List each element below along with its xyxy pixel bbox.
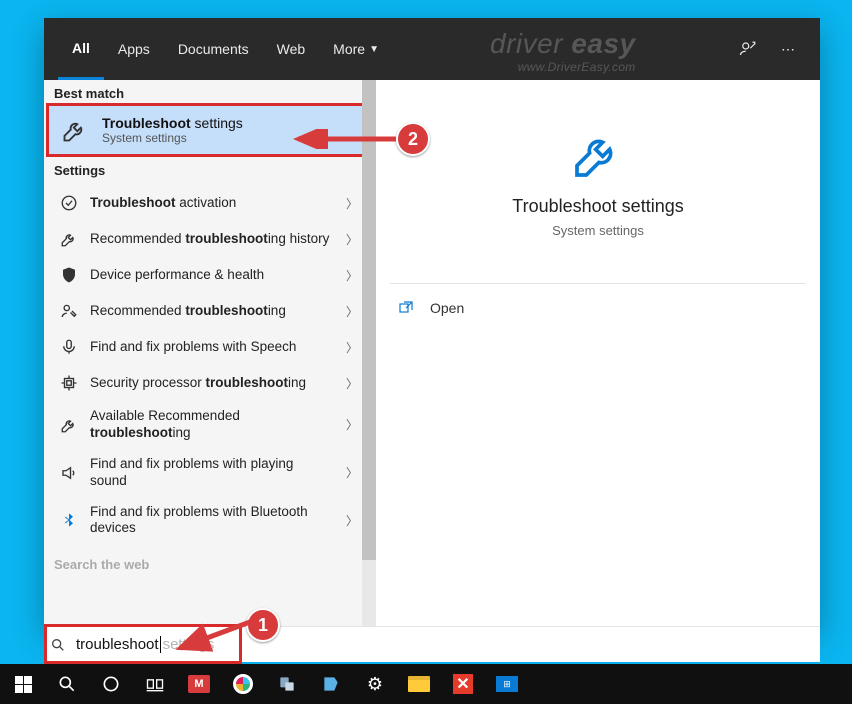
settings-row[interactable]: Find and fix problems with Bluetooth dev… (48, 498, 372, 544)
best-match-subtitle: System settings (102, 131, 362, 145)
settings-row-label: Recommended troubleshooting history (90, 231, 336, 248)
chevron-down-icon: ▼ (369, 44, 379, 55)
feedback-icon[interactable] (730, 31, 766, 67)
shield-icon (58, 264, 80, 286)
check-circle-icon (58, 192, 80, 214)
settings-row-label: Troubleshoot activation (90, 195, 336, 212)
chevron-right-icon: 〉 (346, 416, 362, 433)
settings-row-label: Find and fix problems with playing sound (90, 456, 336, 490)
preview-open[interactable]: Open (376, 284, 820, 332)
results-list: Best match Troubleshoot settings System … (44, 80, 376, 628)
best-match-title: Troubleshoot settings (102, 115, 362, 131)
cortana-icon[interactable] (90, 664, 132, 704)
best-match-item[interactable]: Troubleshoot settings System settings (48, 105, 372, 155)
settings-row[interactable]: Recommended troubleshooting history 〉 (48, 222, 372, 256)
taskbar-app-icon-1[interactable] (266, 664, 308, 704)
chevron-right-icon: 〉 (346, 464, 362, 481)
settings-row-label: Available Recommended troubleshooting (90, 408, 336, 442)
search-header: All Apps Documents Web More ▼ ⋯ (44, 18, 820, 80)
settings-row[interactable]: Find and fix problems with Speech 〉 (48, 330, 372, 364)
tab-more[interactable]: More ▼ (319, 18, 393, 80)
search-panel: All Apps Documents Web More ▼ ⋯ Best mat… (44, 18, 820, 628)
scroll-thumb[interactable] (362, 80, 376, 560)
settings-row[interactable]: Find and fix problems with playing sound… (48, 450, 372, 496)
tab-all[interactable]: All (58, 18, 104, 80)
task-view-icon[interactable] (134, 664, 176, 704)
preview-title: Troubleshoot settings (512, 196, 683, 217)
chevron-right-icon: 〉 (346, 231, 362, 248)
annotation-badge-2: 2 (396, 122, 430, 156)
mic-icon (58, 336, 80, 358)
search-autocomplete-hint: settings (163, 636, 215, 653)
wrench-icon (570, 126, 626, 182)
settings-row-label: Recommended troubleshooting (90, 303, 336, 320)
person-wrench-icon (58, 300, 80, 322)
settings-row-label: Security processor troubleshooting (90, 375, 336, 392)
settings-row[interactable]: Security processor troubleshooting 〉 (48, 366, 372, 400)
open-icon (398, 300, 416, 316)
chip-icon (58, 372, 80, 394)
chevron-right-icon: 〉 (346, 375, 362, 392)
wrench-icon (58, 228, 80, 250)
bluetooth-icon (58, 509, 80, 531)
annotation-badge-1: 1 (246, 608, 280, 642)
settings-row-label: Device performance & health (90, 267, 336, 284)
search-typed-text: troubleshoot (76, 636, 161, 653)
search-icon (50, 637, 76, 653)
taskbar-app-icon-3[interactable]: ✕ (442, 664, 484, 704)
taskbar-settings-icon[interactable]: ⚙ (354, 664, 396, 704)
settings-row[interactable]: Recommended troubleshooting 〉 (48, 294, 372, 328)
tab-more-label: More (333, 41, 365, 57)
panel-body: Best match Troubleshoot settings System … (44, 80, 820, 628)
settings-row-label: Find and fix problems with Bluetooth dev… (90, 504, 336, 538)
section-search-web: Search the web (44, 551, 376, 576)
chevron-right-icon: 〉 (346, 339, 362, 356)
taskbar-gmail-icon[interactable]: M (178, 664, 220, 704)
speaker-icon (58, 462, 80, 484)
tab-apps[interactable]: Apps (104, 18, 164, 80)
taskbar: M ⚙ ✕ ⊞ (0, 664, 852, 704)
settings-row[interactable]: Troubleshoot activation 〉 (48, 186, 372, 220)
tab-web[interactable]: Web (263, 18, 320, 80)
chevron-right-icon: 〉 (346, 512, 362, 529)
preview-header: Troubleshoot settings System settings (390, 80, 806, 284)
section-best-match: Best match (44, 80, 376, 105)
section-settings: Settings (44, 157, 376, 182)
taskbar-search-icon[interactable] (46, 664, 88, 704)
taskbar-app-icon-4[interactable]: ⊞ (486, 664, 528, 704)
taskbar-app-icon-2[interactable] (310, 664, 352, 704)
tab-documents[interactable]: Documents (164, 18, 263, 80)
search-input[interactable]: troubleshoot settings (44, 626, 820, 662)
start-button[interactable] (2, 664, 44, 704)
settings-row[interactable]: Device performance & health 〉 (48, 258, 372, 292)
wrench-icon (58, 414, 80, 436)
preview-pane: Troubleshoot settings System settings Op… (376, 80, 820, 628)
chevron-right-icon: 〉 (346, 195, 362, 212)
preview-open-label: Open (430, 300, 464, 316)
chevron-right-icon: 〉 (346, 303, 362, 320)
wrench-icon (58, 113, 92, 147)
taskbar-explorer-icon[interactable] (398, 664, 440, 704)
chevron-right-icon: 〉 (346, 267, 362, 284)
settings-row[interactable]: Available Recommended troubleshooting 〉 (48, 402, 372, 448)
best-match-text: Troubleshoot settings System settings (102, 115, 362, 145)
ellipsis-icon[interactable]: ⋯ (770, 31, 806, 67)
settings-row-label: Find and fix problems with Speech (90, 339, 336, 356)
preview-subtitle: System settings (552, 223, 644, 238)
scrollbar[interactable] (362, 80, 376, 628)
taskbar-slack-icon[interactable] (222, 664, 264, 704)
